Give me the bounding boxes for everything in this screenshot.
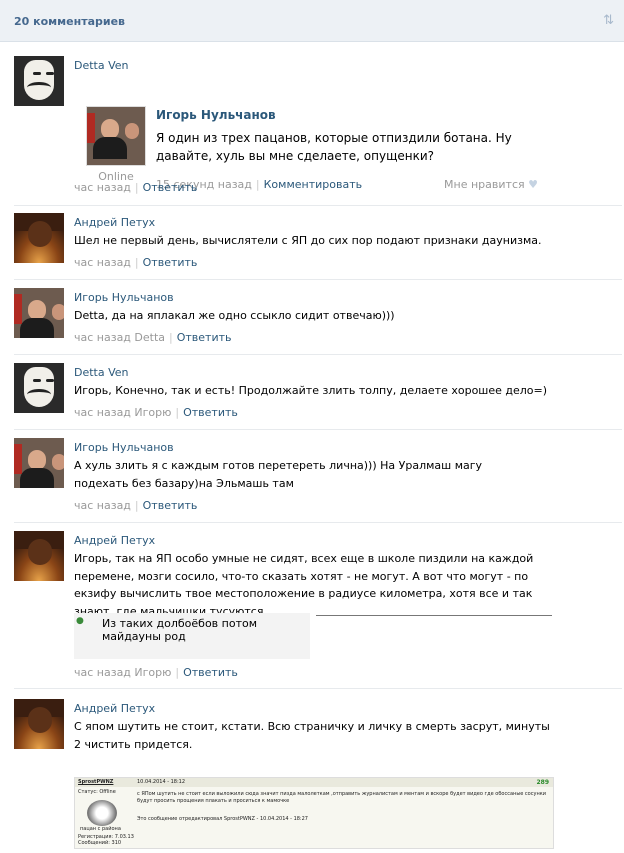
comment-text: Игорь, Конечно, так и есть! Продолжайте …: [74, 384, 548, 397]
forum-edit-note: Это сообщение отредактировал SprostPWNZ …: [137, 816, 308, 822]
divider: [14, 205, 622, 206]
comment-time[interactable]: час назад Игорю: [74, 406, 171, 419]
repost-avatar[interactable]: [86, 106, 146, 166]
comment-time[interactable]: час назад: [74, 499, 131, 512]
comment-text: Detta, да на яплакал же одно ссыкло сиди…: [74, 309, 395, 322]
forum-status: Статус: Offline: [78, 789, 116, 795]
comment-meta: час назад | Ответить: [74, 256, 198, 269]
comment-author[interactable]: Андрей Петух: [74, 534, 155, 547]
comment-text: Игорь, так на ЯП особо умные не сидят, в…: [74, 552, 534, 618]
comment-time[interactable]: час назад Игорю: [74, 666, 171, 679]
divider: [14, 354, 622, 355]
forum-post-number: 289: [536, 779, 549, 786]
bullet-icon: ●: [76, 616, 84, 626]
comment-item: Игорь Нульчанов Detta, да на яплакал же …: [0, 288, 624, 353]
comment-meta: час назад Игорю | Ответить: [74, 406, 238, 419]
reply-link[interactable]: Ответить: [143, 499, 198, 512]
comment-item: Андрей Петух С япом шутить не стоит, кст…: [0, 699, 624, 853]
quote-box: ● Из таких долбоёбов потом майдауны род: [74, 613, 310, 659]
divider: [14, 688, 622, 689]
comment-author[interactable]: Detta Ven: [74, 366, 129, 379]
forum-reg-info: Регистрация: 7.03.13 Сообщений: 310: [78, 834, 134, 846]
avatar[interactable]: [14, 213, 64, 263]
avatar[interactable]: [14, 699, 64, 749]
comment-time[interactable]: час назад: [74, 181, 131, 194]
comment-item: Detta Ven Игорь, Конечно, так и есть! Пр…: [0, 363, 624, 428]
avatar[interactable]: [14, 56, 64, 106]
forum-caption: пацан с района: [80, 826, 121, 832]
reply-link[interactable]: Ответить: [143, 256, 198, 269]
divider: [14, 522, 622, 523]
reply-link[interactable]: Ответить: [183, 406, 238, 419]
comment-text: С япом шутить не стоит, кстати. Всю стра…: [74, 720, 550, 751]
comments-count: 20 комментариев: [14, 15, 126, 28]
quote-divider: [316, 615, 552, 616]
comment-meta: час назад Detta | Ответить: [74, 331, 232, 344]
forum-posts: Сообщений: 310: [78, 840, 122, 846]
comment-text: А хуль злить я с каждым готов перетереть…: [74, 459, 483, 490]
avatar[interactable]: [14, 531, 64, 581]
comment-meta: час назад | Ответить: [74, 181, 198, 194]
comment-author[interactable]: Андрей Петух: [74, 702, 155, 715]
reply-link[interactable]: Ответить: [143, 181, 198, 194]
comment-item: Андрей Петух Шел не первый день, вычисля…: [0, 213, 624, 278]
comment-author[interactable]: Андрей Петух: [74, 216, 155, 229]
quote-text: Из таких долбоёбов потом майдауны род: [102, 617, 258, 643]
comment-meta: час назад | Ответить: [74, 499, 198, 512]
comment-item: Игорь Нульчанов А хуль злить я с каждым …: [0, 438, 624, 522]
avatar[interactable]: [14, 363, 64, 413]
comment-item: Андрей Петух Игорь, так на ЯП особо умны…: [0, 531, 624, 686]
repost-card: Online Игорь Нульчанов Я один из трех па…: [86, 106, 546, 218]
like-button[interactable]: Мне нравится ♥: [444, 178, 538, 191]
forum-text: с ЯПом шутить не стоит если выложили сюд…: [137, 791, 546, 804]
comment-author[interactable]: Игорь Нульчанов: [74, 291, 174, 304]
divider: [14, 279, 622, 280]
heart-icon: ♥: [528, 178, 538, 191]
like-label: Мне нравится: [444, 178, 525, 191]
divider: [14, 429, 622, 430]
comment-item: Detta Ven Online Игорь Нульчанов Я один …: [0, 56, 624, 204]
comment-time[interactable]: час назад Detta: [74, 331, 165, 344]
comments-header: 20 комментариев ⇅: [0, 0, 624, 42]
repost-author[interactable]: Игорь Нульчанов: [156, 108, 276, 122]
avatar[interactable]: [14, 288, 64, 338]
forum-avatar: [87, 800, 117, 826]
forum-screenshot: SprostPWNZ 10.04.2014 - 18:12 289 Статус…: [74, 777, 554, 849]
comment-author[interactable]: Игорь Нульчанов: [74, 441, 174, 454]
comment-action-link[interactable]: Комментировать: [264, 178, 362, 191]
comment-meta: час назад Игорю | Ответить: [74, 666, 238, 679]
comment-time[interactable]: час назад: [74, 256, 131, 269]
reply-link[interactable]: Ответить: [177, 331, 232, 344]
forum-nick: SprostPWNZ: [78, 779, 114, 785]
comment-author[interactable]: Detta Ven: [74, 59, 129, 72]
repost-text: Я один из трех пацанов, которые отпиздил…: [156, 131, 512, 163]
avatar[interactable]: [14, 438, 64, 488]
reply-link[interactable]: Ответить: [183, 666, 238, 679]
sort-icon[interactable]: ⇅: [603, 13, 614, 28]
comment-text: Шел не первый день, вычислятели с ЯП до …: [74, 234, 542, 247]
forum-date: 10.04.2014 - 18:12: [137, 779, 186, 785]
